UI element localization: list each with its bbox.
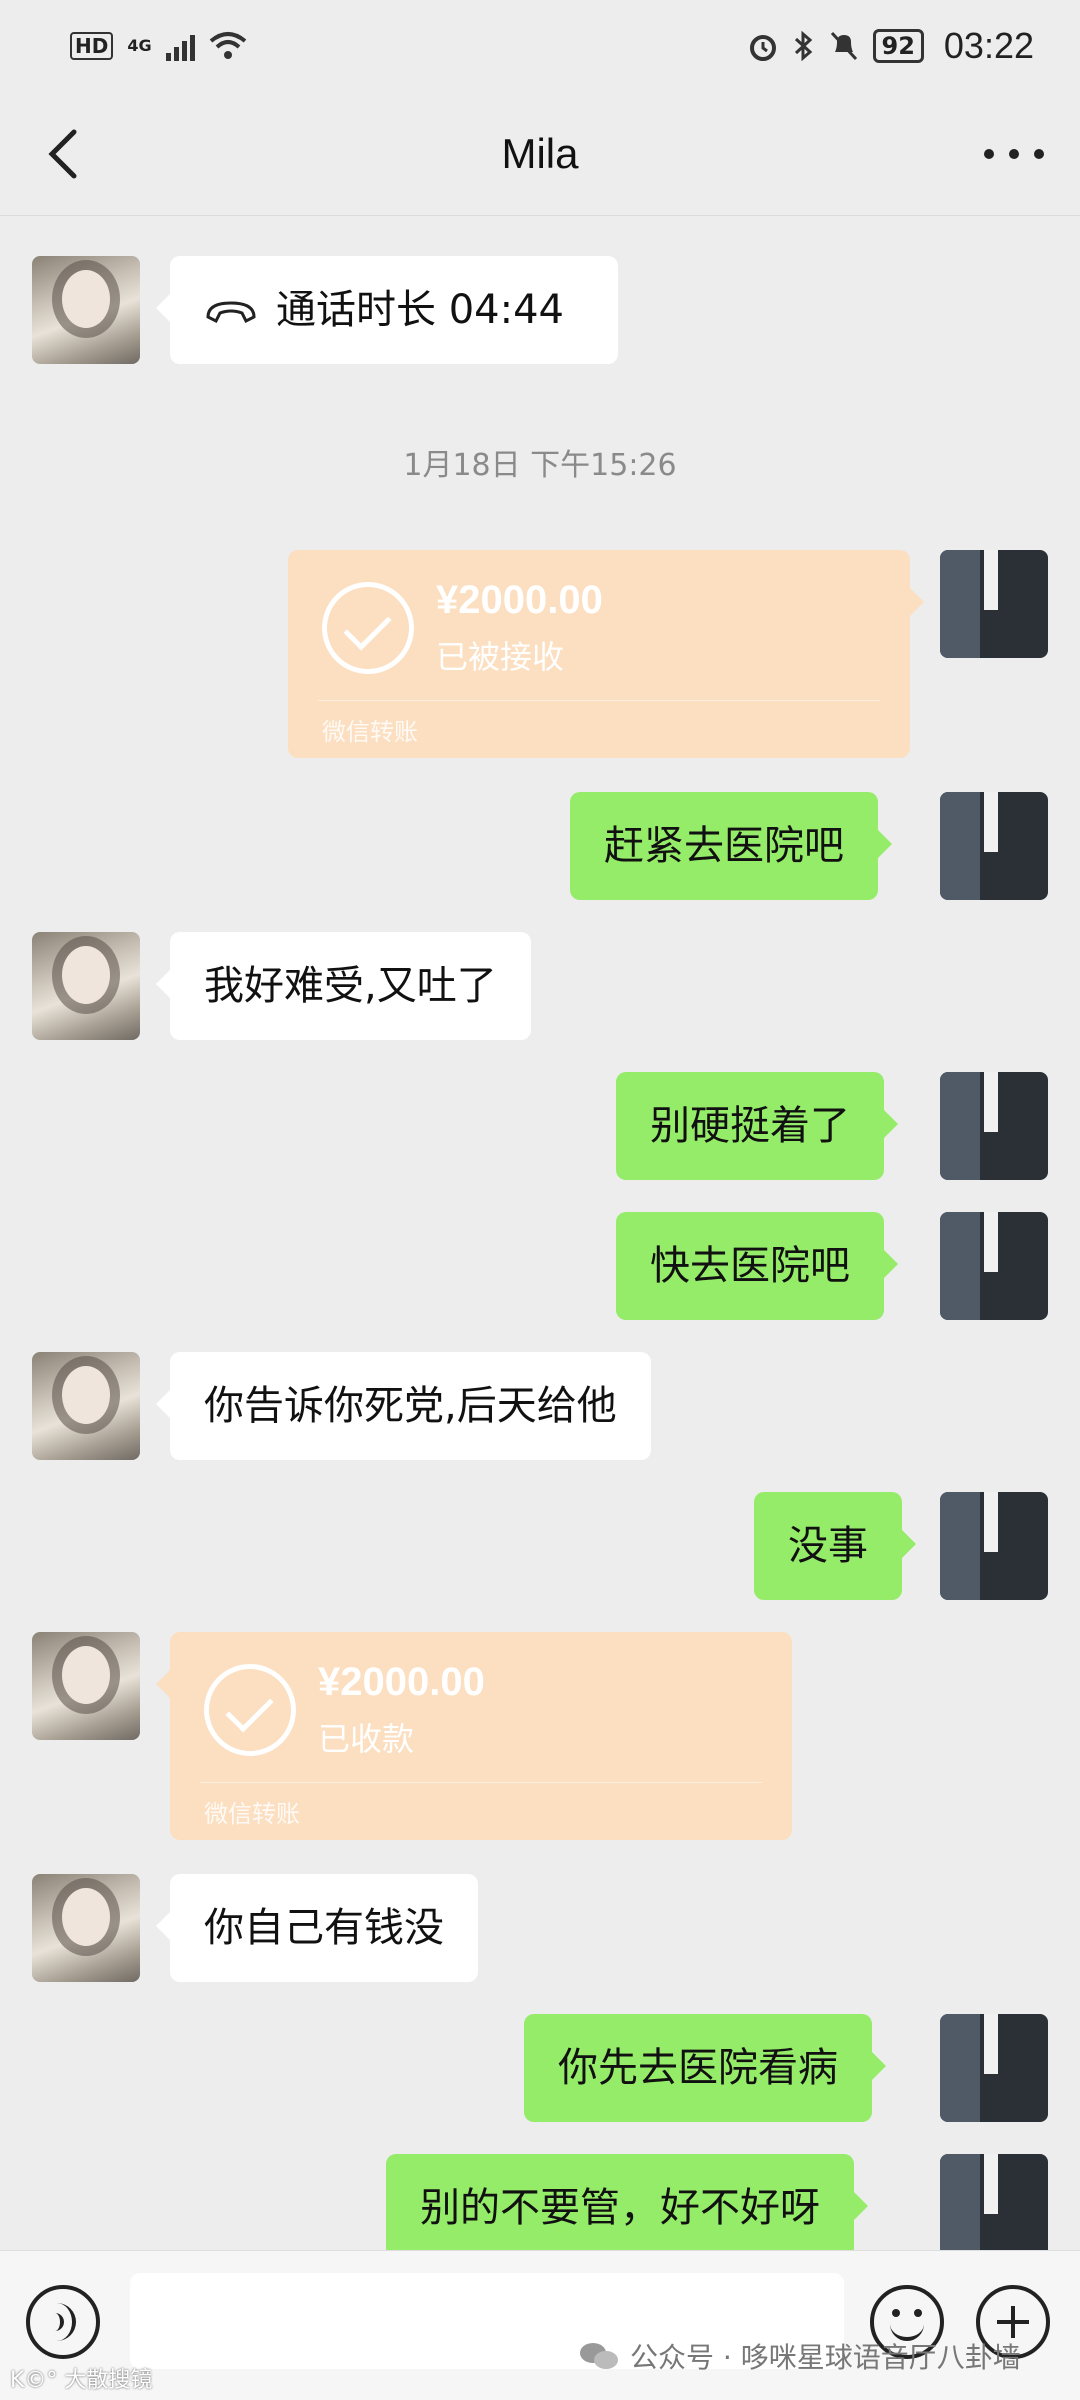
avatar[interactable]: [940, 1212, 1048, 1320]
avatar[interactable]: [940, 1072, 1048, 1180]
transfer-amount: ¥2000.00: [318, 1660, 485, 1704]
avatar[interactable]: [32, 256, 140, 364]
watermark-left: K©° 大散搜镜: [10, 2368, 153, 2393]
check-circle-icon: [322, 582, 414, 674]
bluetooth-icon: [794, 30, 812, 62]
avatar[interactable]: [940, 2154, 1048, 2262]
wechat-icon: [580, 2341, 620, 2371]
chat-title: Mila: [501, 129, 579, 177]
transfer-brand: 微信转账: [204, 1800, 300, 1828]
message-timestamp: 1月18日 下午15:26: [403, 448, 677, 483]
status-left: HD 4G: [70, 31, 247, 61]
avatar[interactable]: [32, 1352, 140, 1460]
mute-icon: [830, 31, 857, 61]
watermark-right: 公众号 · 哆咪星球语音厅八卦墙: [580, 2336, 1021, 2376]
avatar[interactable]: [32, 1874, 140, 1982]
avatar[interactable]: [940, 792, 1048, 900]
network-type: 4G: [127, 36, 152, 55]
signal-icon: [165, 31, 195, 61]
watermark-text: 公众号 · 哆咪星球语音厅八卦墙: [630, 2341, 1021, 2374]
check-circle-icon: [204, 1664, 296, 1756]
status-right: 92 03:22: [747, 25, 1034, 67]
message-bubble[interactable]: 别硬挺着了: [616, 1072, 898, 1180]
wifi-icon: [209, 32, 246, 59]
message-bubble[interactable]: 赶紧去医院吧: [570, 792, 892, 900]
avatar[interactable]: [32, 1632, 140, 1740]
chat-header: Mila: [0, 92, 1080, 216]
message-bubble[interactable]: 我好难受,又吐了: [156, 932, 531, 1040]
status-bar: HD 4G 92 03:22: [0, 0, 1080, 92]
avatar[interactable]: [940, 550, 1048, 658]
more-dots-icon[interactable]: [984, 134, 1044, 174]
avatar[interactable]: [940, 2014, 1048, 2122]
transfer-card-sent[interactable]: ¥2000.00 已被接收 微信转账: [288, 550, 924, 758]
input-bar: [0, 2250, 1080, 2400]
avatar[interactable]: [940, 1492, 1048, 1600]
battery-icon: 92: [872, 29, 924, 63]
transfer-divider: [318, 700, 880, 701]
transfer-status: 已收款: [318, 1720, 415, 1758]
transfer-brand: 微信转账: [322, 718, 418, 746]
clock: 03:22: [943, 25, 1034, 66]
message-bubble[interactable]: 没事: [754, 1492, 916, 1600]
transfer-divider: [200, 1782, 762, 1783]
call-record-bubble[interactable]: 通话时长 04:44: [156, 256, 618, 364]
message-bubble[interactable]: 你先去医院看病: [524, 2014, 886, 2122]
alarm-icon: [749, 35, 776, 61]
message-bubble[interactable]: 你告诉你死党,后天给他: [156, 1352, 651, 1460]
hd-indicator: HD: [70, 32, 114, 60]
message-bubble[interactable]: 别的不要管，好不好呀: [386, 2154, 868, 2262]
avatar[interactable]: [32, 932, 140, 1040]
transfer-status: 已被接收: [436, 638, 565, 676]
message-bubble[interactable]: 你自己有钱没: [156, 1874, 478, 1982]
phone-hangup-icon: [206, 301, 256, 324]
chevron-left-icon[interactable]: [40, 126, 90, 182]
transfer-amount: ¥2000.00: [436, 578, 603, 622]
voice-icon[interactable]: [26, 2285, 100, 2359]
message-bubble[interactable]: 快去医院吧: [616, 1212, 898, 1320]
call-duration: 通话时长 04:44: [276, 287, 564, 333]
transfer-card-received[interactable]: ¥2000.00 已收款 微信转账: [156, 1632, 792, 1840]
